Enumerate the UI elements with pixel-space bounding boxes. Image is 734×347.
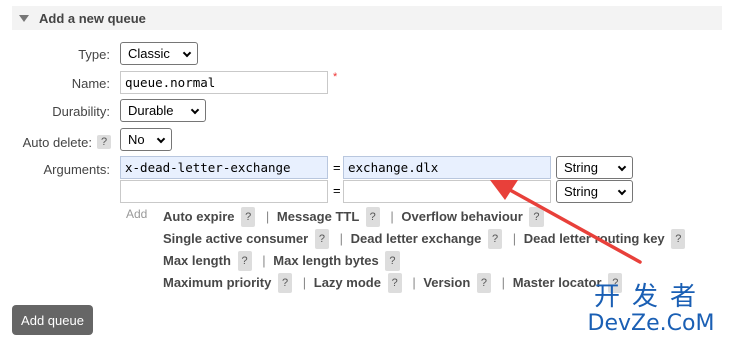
name-input[interactable]: queue.normal xyxy=(120,71,328,94)
argument-type-select[interactable]: String xyxy=(556,156,633,179)
argument-key-input[interactable] xyxy=(120,180,328,203)
type-label: Type: xyxy=(78,47,110,62)
auto-delete-label: Auto delete: xyxy=(22,135,92,150)
hint-overflow-behaviour[interactable]: Overflow behaviour xyxy=(401,209,522,224)
required-marker: * xyxy=(333,71,338,83)
argument-type-select[interactable]: String xyxy=(556,180,633,203)
separator: | xyxy=(512,231,517,246)
hint-max-length[interactable]: Max length xyxy=(163,253,231,268)
help-icon[interactable]: ? xyxy=(385,251,400,271)
separator: | xyxy=(501,275,506,290)
help-icon[interactable]: ? xyxy=(237,251,252,271)
collapse-triangle-icon[interactable] xyxy=(19,14,29,22)
name-input-value: queue.normal xyxy=(125,75,216,90)
auto-delete-help-icon[interactable]: ? xyxy=(97,135,112,149)
separator: | xyxy=(302,275,307,290)
auto-delete-select[interactable]: No xyxy=(120,128,172,151)
argument-key-value: x-dead-letter-exchange xyxy=(125,160,291,175)
help-icon[interactable]: ? xyxy=(277,273,293,293)
watermark-cn: 开发者 xyxy=(593,282,708,312)
separator: | xyxy=(412,275,416,290)
durability-label: Durability: xyxy=(52,104,110,119)
section-header[interactable]: Add a new queue xyxy=(12,6,722,30)
hint-max-length-bytes[interactable]: Max length bytes xyxy=(273,253,378,268)
chevron-down-icon xyxy=(156,134,166,144)
argument-key-input[interactable]: x-dead-letter-exchange xyxy=(120,156,328,179)
help-icon[interactable]: ? xyxy=(488,229,503,249)
chevron-down-icon xyxy=(617,186,627,196)
argument-type-value: String xyxy=(564,160,598,175)
argument-type-value: String xyxy=(564,184,598,199)
arguments-label: Arguments: xyxy=(43,162,110,177)
chevron-down-icon xyxy=(617,162,627,172)
help-icon[interactable]: ? xyxy=(476,273,492,293)
durability-select[interactable]: Durable xyxy=(120,99,206,122)
help-icon[interactable]: ? xyxy=(241,207,256,227)
separator: | xyxy=(262,253,266,268)
hint-single-active-consumer[interactable]: Single active consumer xyxy=(163,231,308,246)
add-queue-button[interactable]: Add queue xyxy=(12,305,93,335)
argument-equals: = xyxy=(333,183,341,198)
argument-value-value: exchange.dlx xyxy=(348,160,439,175)
watermark-logo: 开发者 DevZe.CoM xyxy=(576,283,726,337)
help-icon[interactable]: ? xyxy=(314,229,329,249)
argument-value-input[interactable]: exchange.dlx xyxy=(343,156,551,179)
name-label: Name: xyxy=(71,76,110,91)
auto-delete-select-value: No xyxy=(128,132,145,147)
help-icon[interactable]: ? xyxy=(387,273,402,293)
chevron-down-icon xyxy=(182,48,192,58)
help-icon[interactable]: ? xyxy=(529,207,544,227)
hint-auto-expire[interactable]: Auto expire xyxy=(163,209,235,224)
hint-maximum-priority[interactable]: Maximum priority xyxy=(163,275,271,290)
separator: | xyxy=(390,209,394,224)
hint-line: Single active consumer ? | Dead letter e… xyxy=(163,229,733,251)
hint-version[interactable]: Version xyxy=(423,275,470,290)
durability-select-value: Durable xyxy=(128,103,174,118)
type-select[interactable]: Classic xyxy=(120,42,198,65)
separator: | xyxy=(339,231,343,246)
type-select-value: Classic xyxy=(128,46,170,61)
separator: | xyxy=(265,209,270,224)
hint-dead-letter-routing-key[interactable]: Dead letter routing key xyxy=(524,231,665,246)
chevron-down-icon xyxy=(190,105,200,115)
hint-lazy-mode[interactable]: Lazy mode xyxy=(314,275,381,290)
hint-dead-letter-exchange[interactable]: Dead letter exchange xyxy=(351,231,482,246)
hint-line: Auto expire ? | Message TTL ? | Overflow… xyxy=(163,207,733,229)
hint-message-ttl[interactable]: Message TTL xyxy=(277,209,359,224)
help-icon[interactable]: ? xyxy=(365,207,380,227)
section-title: Add a new queue xyxy=(39,10,146,26)
add-argument-link[interactable]: Add xyxy=(126,207,147,221)
help-icon[interactable]: ? xyxy=(671,229,686,249)
argument-equals: = xyxy=(333,160,341,175)
watermark-en: DevZe.CoM xyxy=(587,311,715,336)
hint-line: Max length ? | Max length bytes ? xyxy=(163,251,733,273)
argument-value-input[interactable] xyxy=(343,180,551,203)
